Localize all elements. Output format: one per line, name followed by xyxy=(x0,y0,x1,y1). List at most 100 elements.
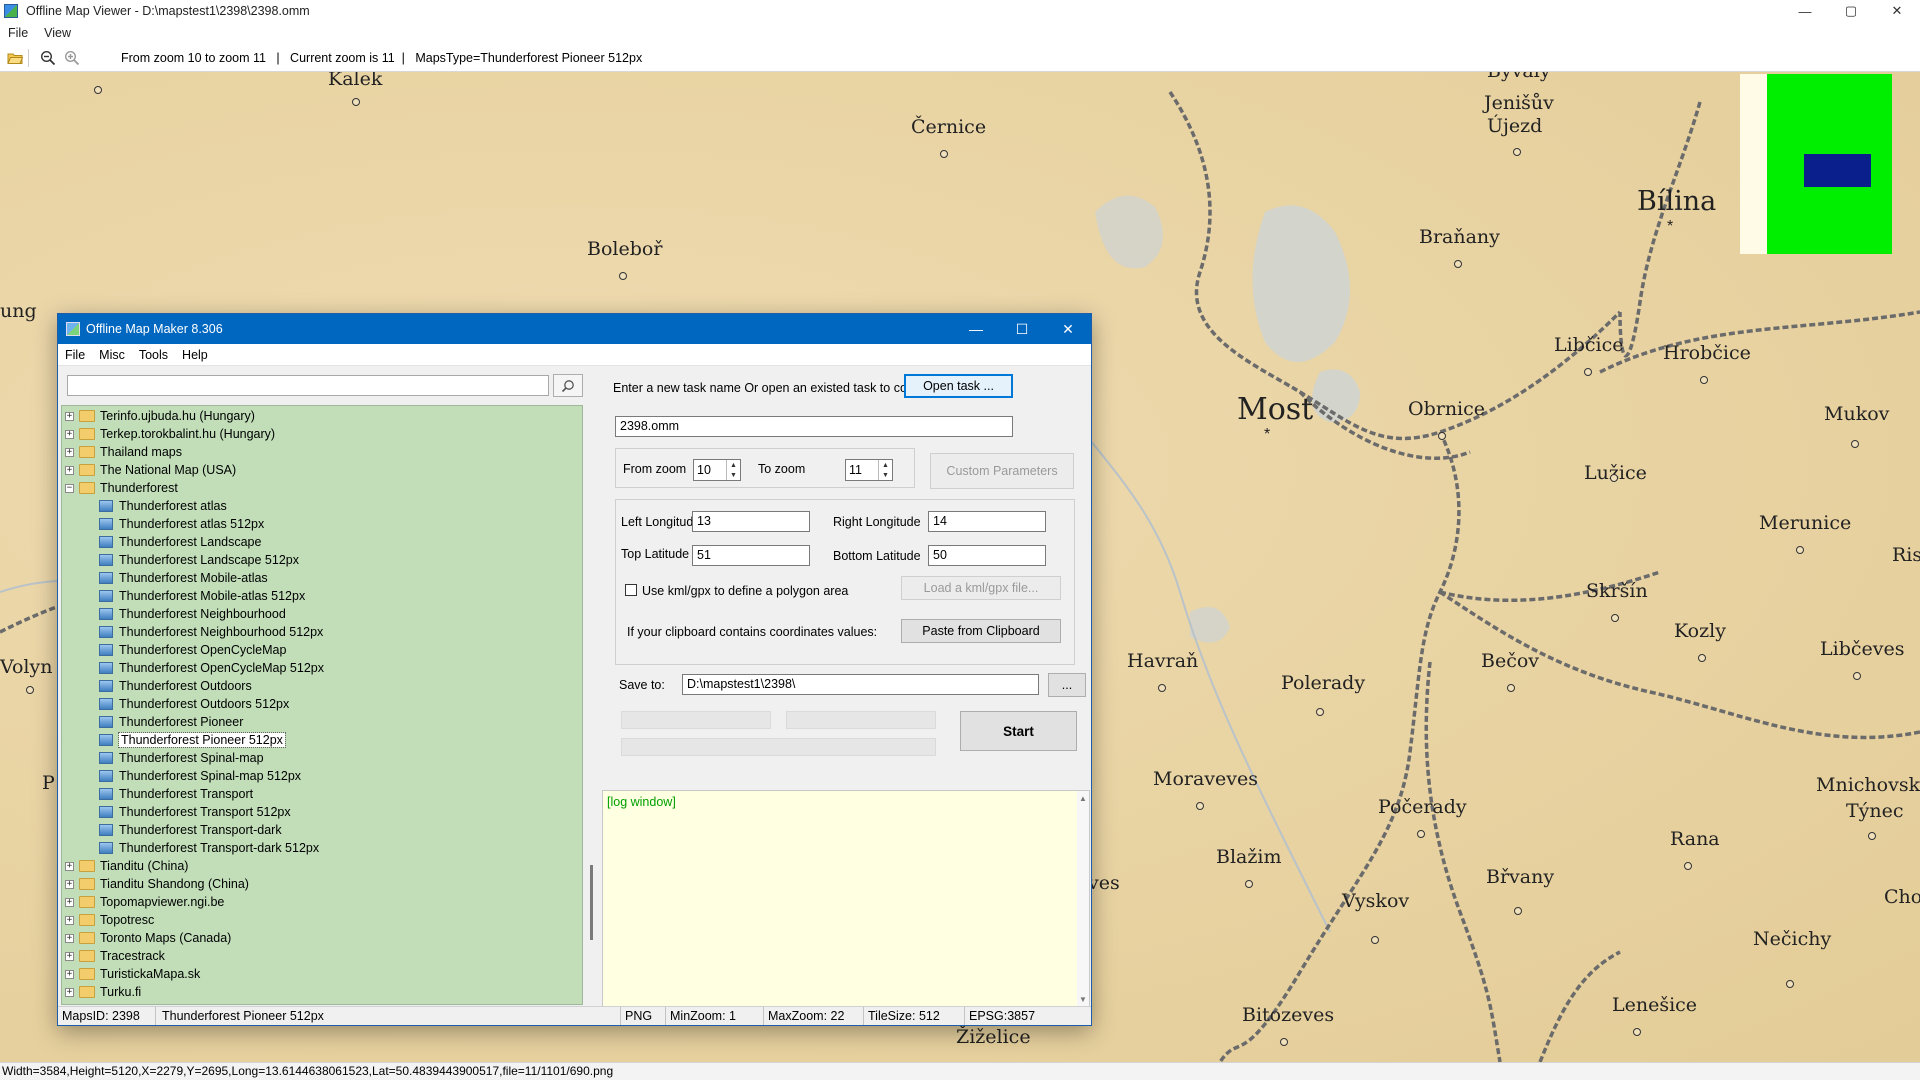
search-input[interactable] xyxy=(67,375,549,396)
close-button[interactable]: ✕ xyxy=(1874,0,1920,22)
town-dot xyxy=(1868,832,1876,840)
start-button[interactable]: Start xyxy=(960,711,1077,751)
dialog-menu-file[interactable]: File xyxy=(58,348,92,362)
expand-icon[interactable]: + xyxy=(65,987,74,997)
tree-item[interactable]: + Toronto Maps (Canada) xyxy=(65,929,231,947)
tree-item[interactable]: Thunderforest Spinal-map xyxy=(99,749,264,767)
stepper-arrows-icon[interactable]: ▲ ▼ xyxy=(726,460,740,480)
dialog-title-bar[interactable]: Offline Map Maker 8.306 — ☐ ✕ xyxy=(58,314,1091,344)
open-folder-icon[interactable] xyxy=(6,49,24,67)
tree-item-label: Topotresc xyxy=(100,913,155,927)
viewer-title-bar: Offline Map Viewer - D:\mapstest1\2398\2… xyxy=(0,0,1920,22)
expand-icon[interactable]: + xyxy=(65,897,74,907)
expand-icon[interactable]: + xyxy=(65,951,74,961)
tree-item[interactable]: + Turku.fi xyxy=(65,983,141,1001)
tree-item[interactable]: + Topomapviewer.ngi.be xyxy=(65,893,224,911)
viewer-title: Offline Map Viewer - D:\mapstest1\2398\2… xyxy=(26,4,310,18)
scroll-up-icon[interactable]: ▲ xyxy=(1079,794,1087,803)
search-button[interactable] xyxy=(553,374,583,397)
tree-item[interactable]: + Topotresc xyxy=(65,911,154,929)
kml-checkbox[interactable] xyxy=(625,584,637,596)
tree-item[interactable]: Thunderforest Landscape xyxy=(99,533,261,551)
dialog-minimize-button[interactable]: — xyxy=(953,314,999,344)
tree-item[interactable]: + Tianditu Shandong (China) xyxy=(65,875,249,893)
to-zoom-stepper[interactable]: 11 ▲ ▼ xyxy=(845,459,893,481)
tree-item[interactable]: + Thailand maps xyxy=(65,443,182,461)
tree-scrollbar[interactable] xyxy=(589,405,597,1009)
tree-item[interactable]: Thunderforest Neighbourhood xyxy=(99,605,286,623)
tree-item[interactable]: Thunderforest OpenCycleMap xyxy=(99,641,286,659)
tree-item-label: Thunderforest Neighbourhood xyxy=(119,607,286,621)
tree-item[interactable]: Thunderforest Spinal-map 512px xyxy=(99,767,301,785)
tree-item[interactable]: Thunderforest atlas 512px xyxy=(99,515,264,533)
place-label: Moraveves xyxy=(1153,768,1259,790)
scrollbar-thumb[interactable] xyxy=(590,865,593,940)
tree-item[interactable]: Thunderforest atlas xyxy=(99,497,227,515)
stepper-arrows-icon[interactable]: ▲ ▼ xyxy=(878,460,892,480)
maximize-button[interactable]: ▢ xyxy=(1828,0,1874,22)
folder-icon xyxy=(79,968,95,980)
tree-item[interactable]: Thunderforest OpenCycleMap 512px xyxy=(99,659,324,677)
collapse-icon[interactable]: − xyxy=(65,483,74,493)
minimize-button[interactable]: — xyxy=(1782,0,1828,22)
tree-item[interactable]: Thunderforest Transport xyxy=(99,785,253,803)
log-window[interactable]: [log window] ▲ ▼ xyxy=(602,790,1090,1008)
zoom-out-icon[interactable] xyxy=(39,49,57,67)
tree-item[interactable]: Thunderforest Outdoors xyxy=(99,677,252,695)
maps-tree[interactable]: + Terinfo.ujbuda.hu (Hungary) + Terkep.toro… xyxy=(61,405,583,1005)
minimap[interactable] xyxy=(1740,74,1892,254)
tree-item[interactable]: + Terinfo.ujbuda.hu (Hungary) xyxy=(65,407,255,425)
expand-icon[interactable]: + xyxy=(65,429,74,439)
left-longitude-input[interactable]: 13 xyxy=(692,511,810,532)
menu-view[interactable]: View xyxy=(36,26,79,40)
tree-item[interactable]: Thunderforest Outdoors 512px xyxy=(99,695,289,713)
from-zoom-stepper[interactable]: 10 ▲ ▼ xyxy=(693,459,741,481)
tree-item[interactable]: Thunderforest Mobile-atlas 512px xyxy=(99,587,305,605)
tree-item[interactable]: Thunderforest Pioneer 512px xyxy=(99,731,286,749)
scroll-down-icon[interactable]: ▼ xyxy=(1079,995,1087,1004)
custom-parameters-button[interactable]: Custom Parameters xyxy=(930,453,1074,489)
tree-item[interactable]: Thunderforest Mobile-atlas xyxy=(99,569,268,587)
tree-item[interactable]: + Tracestrack xyxy=(65,947,165,965)
menu-file[interactable]: File xyxy=(0,26,36,40)
tree-item[interactable]: + Tianditu (China) xyxy=(65,857,188,875)
tree-item[interactable]: + Terkep.torokbalint.hu (Hungary) xyxy=(65,425,275,443)
dialog-close-button[interactable]: ✕ xyxy=(1045,314,1091,344)
tree-item[interactable]: + TuristickaMapa.sk xyxy=(65,965,200,983)
tree-item[interactable]: Thunderforest Landscape 512px xyxy=(99,551,299,569)
tree-item[interactable]: + The National Map (USA) xyxy=(65,461,236,479)
zoom-in-icon[interactable] xyxy=(63,49,81,67)
browse-button[interactable]: ... xyxy=(1048,673,1086,697)
town-dot xyxy=(1513,148,1521,156)
tree-item[interactable]: Thunderforest Pioneer xyxy=(99,713,243,731)
tree-item[interactable]: − Thunderforest xyxy=(65,479,178,497)
top-latitude-input[interactable]: 51 xyxy=(692,545,810,566)
expand-icon[interactable]: + xyxy=(65,861,74,871)
dialog-menu-help[interactable]: Help xyxy=(175,348,215,362)
expand-icon[interactable]: + xyxy=(65,411,74,421)
tree-item[interactable]: Thunderforest Transport-dark xyxy=(99,821,282,839)
log-scrollbar[interactable]: ▲ ▼ xyxy=(1077,791,1089,1007)
to-zoom-label: To zoom xyxy=(758,462,806,476)
city-star: * xyxy=(1264,426,1271,443)
dialog-menu-tools[interactable]: Tools xyxy=(132,348,175,362)
expand-icon[interactable]: + xyxy=(65,447,74,457)
open-task-button[interactable]: Open task ... xyxy=(904,374,1013,398)
expand-icon[interactable]: + xyxy=(65,933,74,943)
minimap-viewport[interactable] xyxy=(1804,154,1871,187)
save-path-input[interactable]: D:\mapstest1\2398\ xyxy=(682,674,1039,695)
dialog-maximize-button[interactable]: ☐ xyxy=(999,314,1045,344)
expand-icon[interactable]: + xyxy=(65,879,74,889)
expand-icon[interactable]: + xyxy=(65,915,74,925)
tree-item[interactable]: Thunderforest Neighbourhood 512px xyxy=(99,623,323,641)
bottom-latitude-input[interactable]: 50 xyxy=(928,545,1046,566)
task-name-input[interactable]: 2398.omm xyxy=(615,416,1013,437)
tree-item[interactable]: Thunderforest Transport 512px xyxy=(99,803,291,821)
expand-icon[interactable]: + xyxy=(65,465,74,475)
tree-item[interactable]: Thunderforest Transport-dark 512px xyxy=(99,839,319,857)
right-longitude-input[interactable]: 14 xyxy=(928,511,1046,532)
dialog-menu-misc[interactable]: Misc xyxy=(92,348,132,362)
paste-clipboard-button[interactable]: Paste from Clipboard xyxy=(901,619,1061,643)
load-kml-button[interactable]: Load a kml/gpx file... xyxy=(901,576,1061,600)
expand-icon[interactable]: + xyxy=(65,969,74,979)
